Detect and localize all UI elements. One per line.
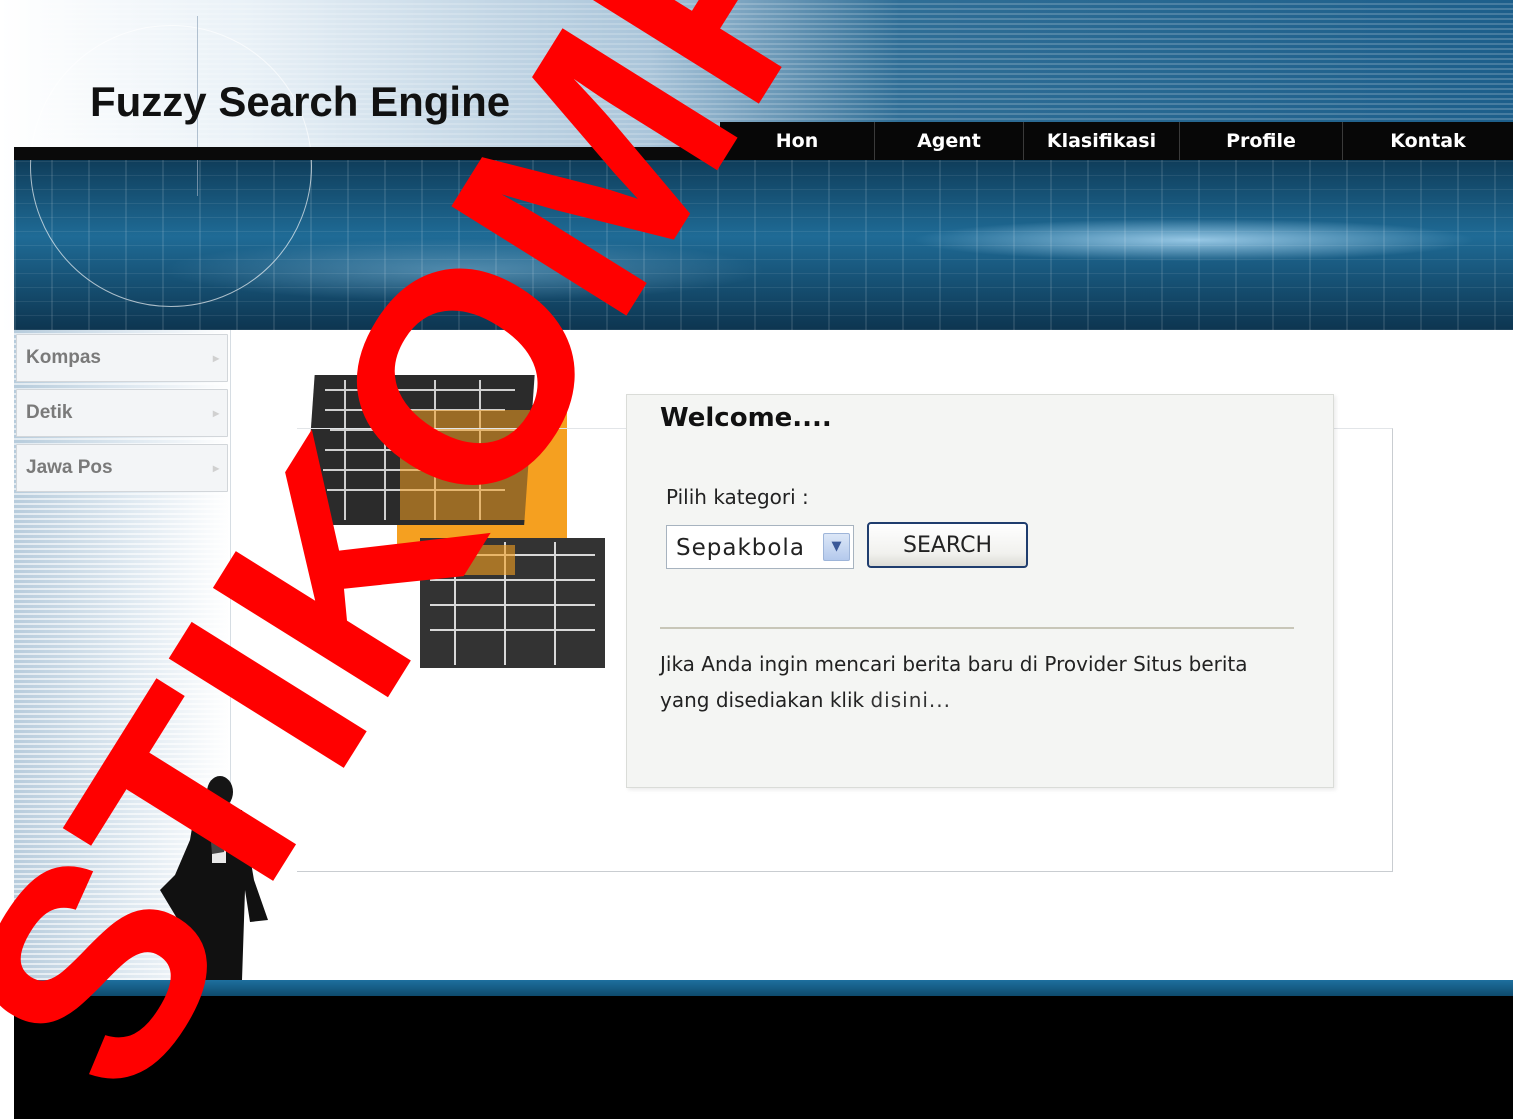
arrow-right-icon: ▸ bbox=[212, 406, 219, 420]
arrow-right-icon: ▸ bbox=[212, 461, 219, 475]
arrow-right-icon: ▸ bbox=[212, 351, 219, 365]
footer-stripe bbox=[14, 980, 1513, 996]
search-button[interactable]: SEARCH bbox=[867, 522, 1028, 568]
sidebar-item-kompas[interactable]: Kompas ▸ bbox=[16, 334, 228, 382]
sidebar-item-label: Jawa Pos bbox=[26, 457, 113, 478]
sidebar-item-detik[interactable]: Detik ▸ bbox=[16, 389, 228, 437]
site-title: Fuzzy Search Engine bbox=[90, 78, 511, 125]
nav-profile[interactable]: Profile bbox=[1179, 122, 1342, 160]
category-label: Pilih kategori : bbox=[666, 485, 809, 509]
main-nav: Hon Agent Klasifikasi Profile Kontak bbox=[720, 122, 1513, 160]
decorative-circle bbox=[30, 25, 312, 307]
person-silhouette-image bbox=[160, 776, 268, 980]
divider bbox=[660, 627, 1294, 629]
category-selected-value: Sepakbola bbox=[676, 535, 805, 561]
welcome-panel bbox=[626, 394, 1334, 788]
sidebar-item-label: Detik bbox=[26, 402, 73, 423]
category-select[interactable]: Sepakbola ▼ bbox=[666, 525, 854, 569]
welcome-title: Welcome.... bbox=[660, 403, 832, 433]
nav-klasifikasi[interactable]: Klasifikasi bbox=[1023, 122, 1179, 160]
info-text-body: Jika Anda ingin mencari berita baru di P… bbox=[660, 652, 1248, 712]
info-text: Jika Anda ingin mencari berita baru di P… bbox=[660, 646, 1280, 718]
chevron-down-icon[interactable]: ▼ bbox=[823, 533, 850, 561]
info-link[interactable]: disini... bbox=[870, 688, 951, 712]
sidebar-item-label: Kompas bbox=[26, 347, 101, 368]
nav-home[interactable]: Hon bbox=[720, 122, 874, 160]
header-banner bbox=[0, 0, 1513, 330]
nav-agent[interactable]: Agent bbox=[874, 122, 1023, 160]
sidebar-item-jawa-pos[interactable]: Jawa Pos ▸ bbox=[16, 444, 228, 492]
nav-kontak[interactable]: Kontak bbox=[1342, 122, 1513, 160]
footer bbox=[14, 996, 1513, 1119]
sidebar: Kompas ▸ Detik ▸ Jawa Pos ▸ bbox=[16, 334, 228, 499]
